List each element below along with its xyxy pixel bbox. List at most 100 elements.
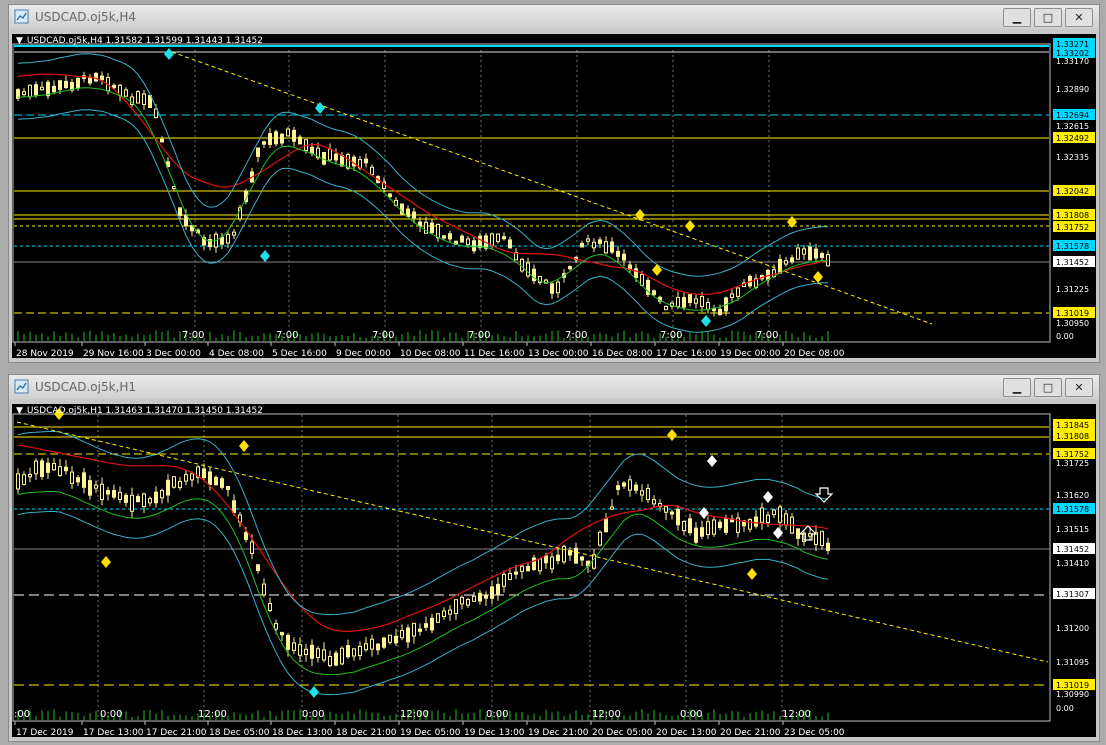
signal-diamond <box>813 271 823 283</box>
maximize-button[interactable]: □ <box>1034 8 1062 27</box>
session-time-label: 12:00 <box>400 709 429 720</box>
h4-price-chart[interactable]: 1.332711.332021.331701.328901.326941.326… <box>12 34 1096 358</box>
candle-body <box>436 613 440 623</box>
moving-average-fast <box>17 491 829 676</box>
price-tag-label: 1.31452 <box>1056 545 1089 554</box>
close-button[interactable]: ✕ <box>1065 378 1093 397</box>
minimize-button[interactable]: ▁ <box>1003 8 1031 27</box>
candle-body <box>220 478 224 488</box>
minimize-button[interactable]: ▁ <box>1003 378 1031 397</box>
session-time-label: 7:00 <box>660 330 682 341</box>
candle-body <box>388 634 392 643</box>
candle-body <box>52 462 56 471</box>
time-axis-label: 19 Dec 21:00 <box>528 728 589 737</box>
session-time-label: 7:00 <box>276 330 298 341</box>
h4-chart-area[interactable]: 1.33271 1.33202 1.33170 1.32890 1.32694 1.326… <box>12 34 1096 358</box>
signal-diamond <box>701 315 711 327</box>
candle-body <box>442 235 446 239</box>
moving-average-fast <box>17 87 829 311</box>
time-axis-label: 3 Dec 00:00 <box>146 349 201 358</box>
candle-body <box>364 158 368 164</box>
candle-body <box>112 489 116 498</box>
candle-body <box>214 476 218 486</box>
candle-body <box>34 460 38 475</box>
price-axis-label: 1.30990 <box>1056 690 1089 699</box>
candle-body <box>682 520 686 532</box>
candle-body <box>310 146 314 155</box>
h4-title-bar[interactable]: USDCAD.oj5k,H4 ▁ □ ✕ <box>9 5 1099 29</box>
candle-body <box>388 193 392 198</box>
candle-body <box>514 571 518 575</box>
h4-chart-window[interactable]: USDCAD.oj5k,H4 ▁ □ ✕ 1.33271 1.33202 1.331… <box>8 4 1100 363</box>
candle-body <box>334 652 338 666</box>
price-tag-label: 1.31845 <box>1056 421 1089 430</box>
candle-body <box>430 222 434 234</box>
candle-body <box>184 474 188 482</box>
candle-body <box>40 460 44 478</box>
dropdown-arrow-icon[interactable]: ▼ <box>16 406 23 416</box>
price-tag-label: 1.32492 <box>1056 134 1089 143</box>
candle-body <box>292 129 296 142</box>
candle-body <box>46 81 50 97</box>
price-axis-label: 1.31725 <box>1056 459 1089 468</box>
candle-body <box>688 294 692 303</box>
close-button[interactable]: ✕ <box>1065 8 1093 27</box>
session-time-label: :00 <box>14 709 30 720</box>
h4-symbol-info: ▼ USDCAD.oj5k,H4 1.31582 1.31599 1.31443 … <box>16 36 263 46</box>
candle-body <box>460 235 464 243</box>
signal-diamond <box>309 686 319 698</box>
candle-body <box>454 599 458 615</box>
candle-body <box>604 518 608 533</box>
candle-body <box>802 248 806 255</box>
candle-body <box>610 506 614 510</box>
candle-body <box>424 623 428 628</box>
candle-body <box>478 592 482 602</box>
candle-body <box>664 506 668 513</box>
candle-body <box>172 476 176 488</box>
time-axis-label: 18 Dec 21:00 <box>336 728 397 737</box>
candle-body <box>382 637 386 648</box>
signal-diamond <box>707 455 717 467</box>
candle-body <box>520 565 524 572</box>
time-axis-label: 17 Dec 21:00 <box>146 728 207 737</box>
candle-body <box>286 634 290 650</box>
candle-body <box>310 644 314 659</box>
candle-body <box>226 485 230 491</box>
candle-body <box>322 152 326 165</box>
chart-window-icon <box>14 379 29 394</box>
candle-body <box>436 223 440 239</box>
candle-body <box>304 648 308 655</box>
candle-body <box>88 480 92 496</box>
candle-body <box>160 138 164 143</box>
h1-title-bar[interactable]: USDCAD.oj5k,H1 ▁ □ ✕ <box>9 375 1099 399</box>
candle-body <box>598 239 602 244</box>
price-tag-label: 1.31578 <box>1056 242 1089 251</box>
candle-body <box>616 485 620 490</box>
h1-chart-area[interactable]: 1.31845 1.31808 1.31752 1.31725 1.31620 1.315… <box>12 404 1096 737</box>
session-time-label: 0:00 <box>100 709 122 720</box>
candle-body <box>508 239 512 249</box>
candle-body <box>352 156 356 167</box>
price-tag-label: 1.31752 <box>1056 223 1089 232</box>
candle-body <box>580 556 584 561</box>
candle-body <box>628 479 632 491</box>
candle-body <box>124 494 128 503</box>
time-axis-label: 20 Dec 13:00 <box>656 728 717 737</box>
maximize-button[interactable]: □ <box>1034 378 1062 397</box>
candle-body <box>490 586 494 599</box>
candle-body <box>652 290 656 296</box>
signal-diamond <box>260 250 270 262</box>
dropdown-arrow-icon[interactable]: ▼ <box>16 36 23 46</box>
time-axis-label: 19 Dec 00:00 <box>720 349 781 358</box>
price-tag-label: 1.31752 <box>1056 450 1089 459</box>
candle-body <box>136 91 140 104</box>
candle-body <box>112 84 116 89</box>
candle-body <box>322 649 326 661</box>
candle-body <box>370 166 374 176</box>
price-axis-label: 1.32615 <box>1056 122 1089 131</box>
h1-price-chart[interactable]: 1.31845 1.31808 1.317521.31725 1.31620 1.315… <box>12 404 1096 737</box>
candle-body <box>106 490 110 495</box>
h1-chart-window[interactable]: USDCAD.oj5k,H1 ▁ □ ✕ 1.31845 1.31808 1.317… <box>8 374 1100 742</box>
time-axis-label: 23 Dec 05:00 <box>784 728 845 737</box>
candle-body <box>604 241 608 254</box>
